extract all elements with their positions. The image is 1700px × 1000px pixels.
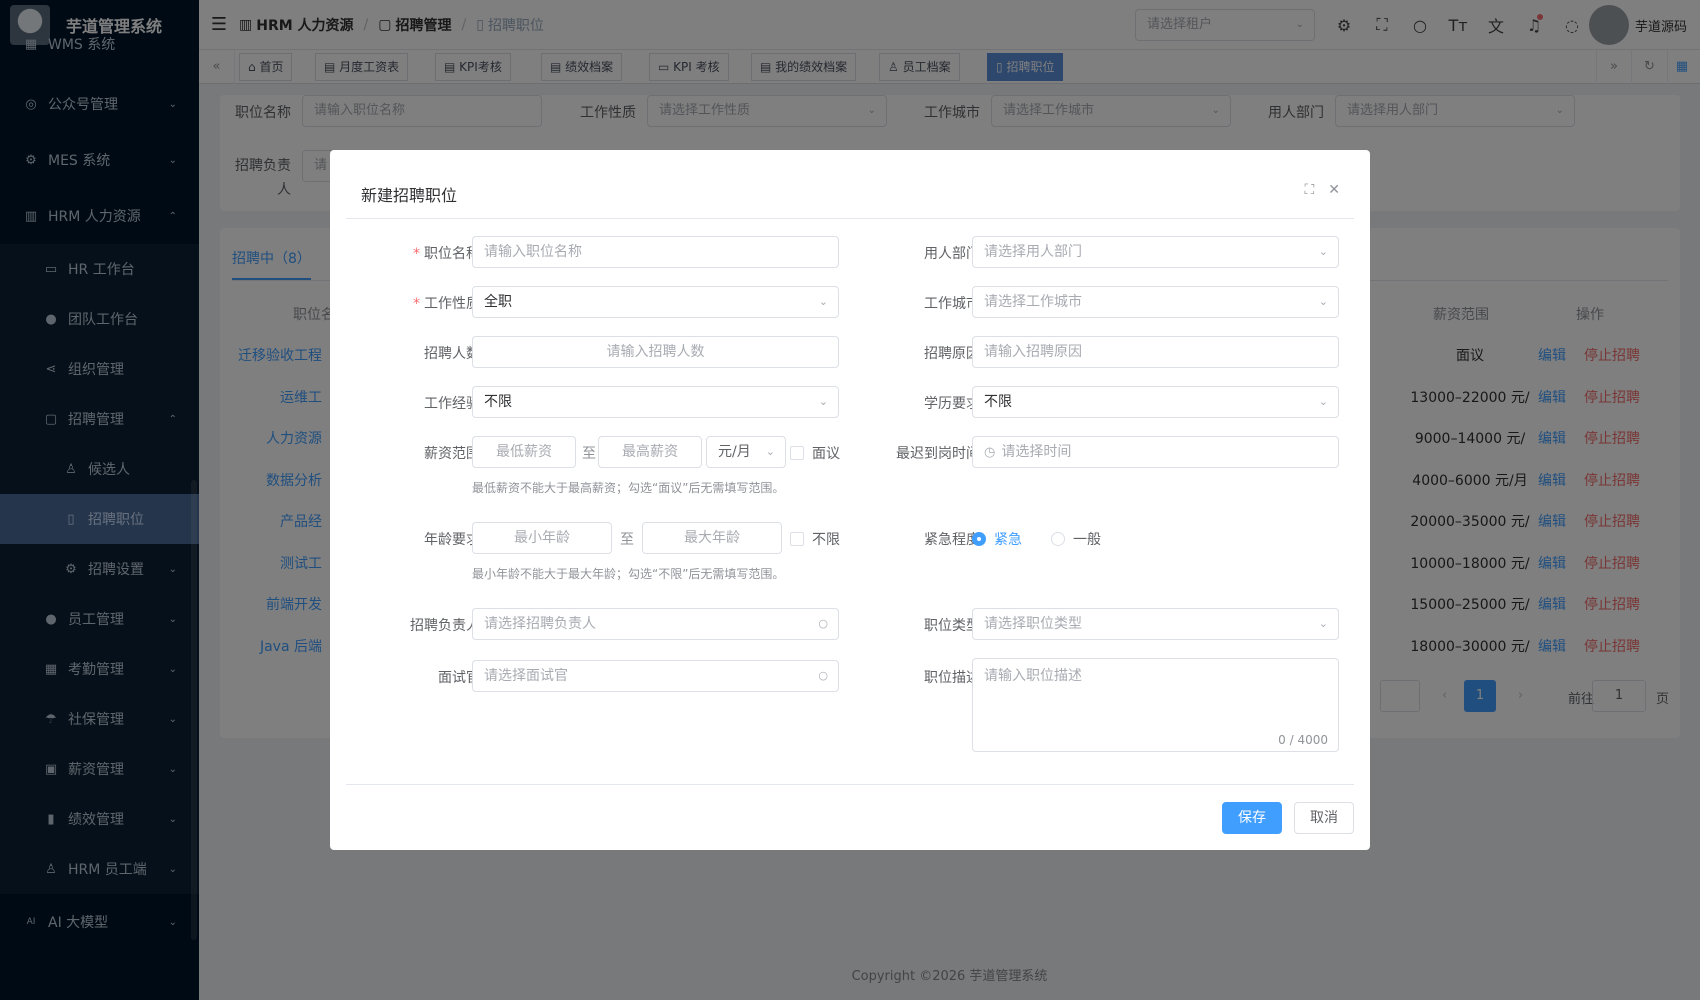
required-mark: *	[413, 246, 420, 262]
search-icon: ○	[818, 617, 828, 630]
city-select[interactable]: 请选择工作城市 ⌄	[972, 286, 1339, 318]
chevron-down-icon: ⌄	[1318, 295, 1328, 308]
job-type-select[interactable]: 请选择职位类型 ⌄	[972, 608, 1339, 640]
salary-hint: 最低薪资不能大于最高薪资；勾选“面议”后无需填写范围。	[472, 481, 785, 495]
education-label: 学历要求	[924, 396, 980, 412]
urgency-radio-normal[interactable]: 一般	[1051, 529, 1101, 549]
placeholder: 请输入职位描述	[984, 668, 1082, 684]
salary-max-input[interactable]: 最高薪资	[598, 436, 702, 468]
select-value: 全职	[484, 294, 512, 310]
chevron-down-icon: ⌄	[1318, 245, 1328, 258]
job-name-label: * 职位名称	[390, 243, 480, 263]
description-textarea[interactable]: 请输入职位描述 0 / 4000	[972, 658, 1339, 752]
urgency-radio-urgent[interactable]: 紧急	[972, 529, 1022, 549]
description-label: 职位描述	[924, 670, 980, 686]
new-job-dialog: 新建招聘职位 ⛶ ✕ * 职位名称 请输入职位名称 用人部门 请选择用人部门 ⌄ *…	[330, 150, 1370, 850]
arrival-date-picker[interactable]: ◷ 请选择时间	[972, 436, 1339, 468]
dept-label: 用人部门	[924, 246, 980, 262]
select-value: 元/月	[718, 444, 751, 460]
checkbox-label: 不限	[812, 532, 840, 548]
select-value: 不限	[984, 394, 1012, 410]
placeholder: 请选择用人部门	[984, 244, 1082, 260]
save-button[interactable]: 保存	[1222, 802, 1282, 834]
salary-unit-select[interactable]: 元/月 ⌄	[706, 436, 786, 468]
dialog-header-divider	[346, 218, 1354, 219]
job-type-label: 职位类型	[924, 618, 980, 634]
placeholder: 最大年龄	[684, 530, 740, 546]
reason-input[interactable]: 请输入招聘原因	[972, 336, 1339, 368]
age-range-separator: 至	[620, 532, 634, 548]
placeholder: 请输入招聘人数	[606, 344, 705, 360]
placeholder: 最低薪资	[496, 444, 552, 460]
salary-min-input[interactable]: 最低薪资	[472, 436, 576, 468]
city-label: 工作城市	[924, 296, 980, 312]
placeholder: 请选择面试官	[484, 668, 568, 684]
checkbox-box	[790, 446, 804, 460]
radio-label: 紧急	[994, 532, 1022, 548]
maximize-icon[interactable]: ⛶	[1304, 182, 1314, 198]
work-type-label: * 工作性质	[390, 293, 480, 313]
checkbox-box	[790, 532, 804, 546]
clock-icon: ◷	[984, 445, 996, 460]
dialog-footer-divider	[346, 784, 1354, 785]
char-count: 0 / 4000	[1278, 733, 1328, 747]
placeholder: 请选择职位类型	[984, 616, 1082, 632]
salary-label: 薪资范围	[424, 446, 480, 462]
placeholder: 最高薪资	[622, 444, 678, 460]
radio-label: 一般	[1073, 532, 1101, 548]
age-max-input[interactable]: 最大年龄	[642, 522, 782, 554]
owner-selector[interactable]: 请选择招聘负责人 ○	[472, 608, 839, 640]
close-icon[interactable]: ✕	[1328, 182, 1340, 198]
chevron-down-icon: ⌄	[765, 445, 775, 458]
work-type-select[interactable]: 全职 ⌄	[472, 286, 839, 318]
experience-select[interactable]: 不限 ⌄	[472, 386, 839, 418]
checkbox-label: 面议	[812, 446, 840, 462]
placeholder: 请输入职位名称	[484, 244, 582, 260]
dept-select[interactable]: 请选择用人部门 ⌄	[972, 236, 1339, 268]
select-value: 不限	[484, 394, 512, 410]
education-select[interactable]: 不限 ⌄	[972, 386, 1339, 418]
reason-label: 招聘原因	[924, 346, 980, 362]
search-icon: ○	[818, 669, 828, 682]
age-label: 年龄要求	[424, 532, 480, 548]
age-min-input[interactable]: 最小年龄	[472, 522, 612, 554]
chevron-down-icon: ⌄	[818, 295, 828, 308]
chevron-down-icon: ⌄	[1318, 395, 1328, 408]
interviewer-label: 面试官	[438, 670, 480, 686]
job-name-input[interactable]: 请输入职位名称	[472, 236, 839, 268]
radio-dot	[972, 532, 986, 546]
count-input[interactable]: 请输入招聘人数	[472, 336, 839, 368]
urgency-label: 紧急程度	[924, 532, 980, 548]
required-mark: *	[413, 296, 420, 312]
placeholder: 请选择工作城市	[984, 294, 1082, 310]
chevron-down-icon: ⌄	[1318, 617, 1328, 630]
salary-negotiable-checkbox[interactable]: 面议	[790, 443, 840, 463]
arrival-label: 最迟到岗时间	[896, 446, 980, 462]
placeholder: 请选择时间	[1001, 444, 1072, 460]
dialog-title: 新建招聘职位	[361, 186, 458, 205]
salary-range-separator: 至	[582, 446, 596, 462]
dialog-header-actions: ⛶ ✕	[1304, 182, 1340, 198]
interviewer-selector[interactable]: 请选择面试官 ○	[472, 660, 839, 692]
placeholder: 请输入招聘原因	[984, 344, 1082, 360]
radio-dot	[1051, 532, 1065, 546]
experience-label: 工作经验	[424, 396, 480, 412]
placeholder: 最小年龄	[514, 530, 570, 546]
owner-label: 招聘负责人	[410, 618, 480, 634]
age-hint: 最小年龄不能大于最大年龄；勾选“不限”后无需填写范围。	[472, 567, 785, 581]
placeholder: 请选择招聘负责人	[484, 616, 596, 632]
chevron-down-icon: ⌄	[818, 395, 828, 408]
age-unlimited-checkbox[interactable]: 不限	[790, 529, 840, 549]
count-label: 招聘人数	[424, 346, 480, 362]
cancel-button[interactable]: 取消	[1294, 802, 1354, 834]
